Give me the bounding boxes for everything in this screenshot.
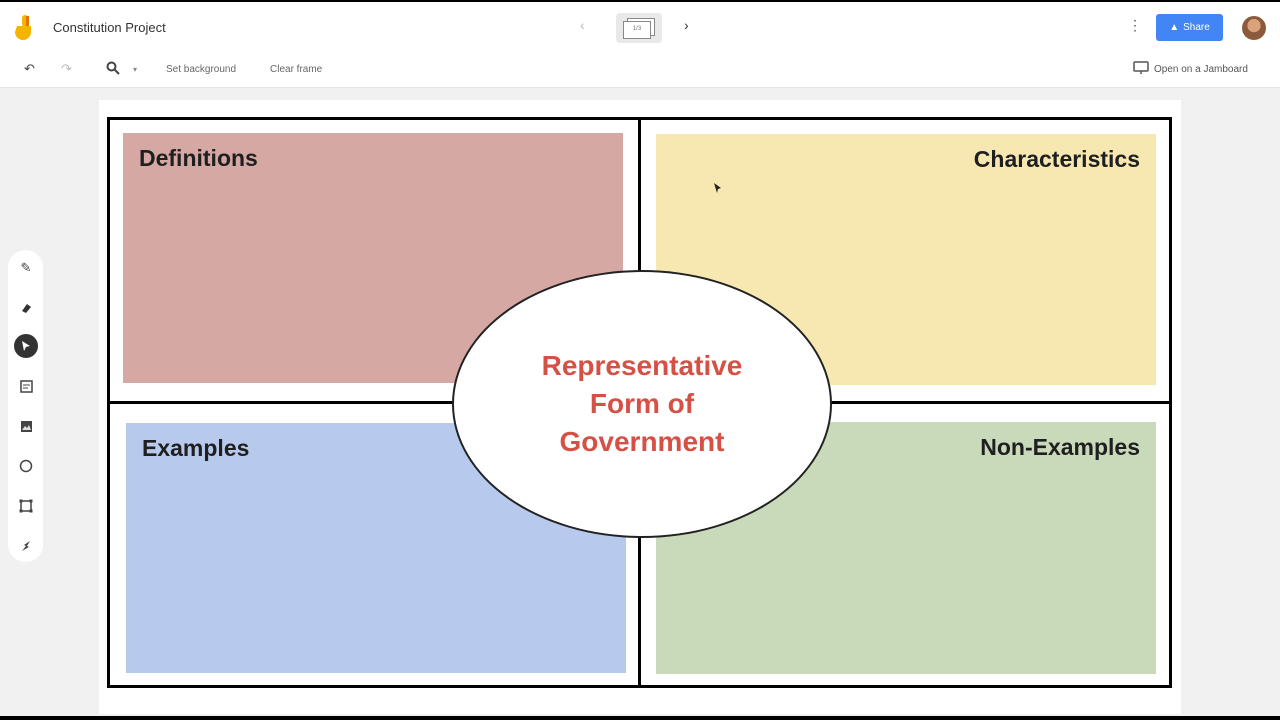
jamboard-device-icon	[1133, 61, 1149, 78]
mouse-pointer-icon	[714, 180, 722, 193]
jam-frame-canvas[interactable]: Definitions Characteristics Examples Non…	[99, 100, 1181, 714]
jamboard-logo-icon[interactable]	[14, 14, 36, 42]
center-term-line1: Representative	[541, 350, 743, 381]
definitions-label: Definitions	[139, 145, 258, 171]
redo-icon[interactable]: ↷	[61, 61, 72, 77]
center-term-line2: Form of	[589, 388, 695, 419]
eraser-icon[interactable]	[14, 296, 38, 320]
share-icon: ▲	[1169, 22, 1180, 33]
undo-icon[interactable]: ↶	[24, 61, 35, 77]
sticky-note-icon[interactable]	[14, 374, 38, 398]
open-in-jamboard-label: Open on a Jamboard	[1154, 64, 1248, 75]
document-title[interactable]: Constitution Project	[53, 20, 166, 35]
top-bar: Constitution Project ‹ 1/3 › ⋮ ▲ Share	[0, 2, 1280, 54]
text-box-icon[interactable]	[14, 494, 38, 518]
center-term: Representative Form of Government	[542, 347, 743, 461]
toolbar: ↶ ↷ ▾ Set background Clear frame Open on…	[0, 54, 1280, 88]
jamboard-app: Constitution Project ‹ 1/3 › ⋮ ▲ Share ↶…	[0, 2, 1280, 716]
frame-bar-button[interactable]: 1/3	[616, 13, 662, 43]
laser-icon[interactable]	[14, 534, 38, 558]
frayer-model-board: Definitions Characteristics Examples Non…	[107, 117, 1172, 688]
circle-icon[interactable]	[14, 454, 38, 478]
avatar[interactable]	[1242, 16, 1266, 40]
zoom-icon[interactable]	[106, 61, 120, 78]
share-button[interactable]: ▲ Share	[1156, 14, 1223, 41]
share-label: Share	[1183, 22, 1210, 33]
open-in-jamboard-button[interactable]: Open on a Jamboard	[1133, 61, 1248, 78]
center-term-line3: Government	[559, 426, 725, 457]
set-background-button[interactable]: Set background	[166, 64, 236, 75]
image-icon[interactable]	[14, 414, 38, 438]
side-tool-panel: ✎	[8, 250, 43, 562]
next-frame-icon[interactable]: ›	[684, 17, 689, 33]
clear-frame-button[interactable]: Clear frame	[270, 64, 322, 75]
zoom-dropdown-icon[interactable]: ▾	[133, 65, 137, 74]
more-options-icon[interactable]: ⋮	[1128, 18, 1142, 32]
examples-label: Examples	[142, 435, 250, 461]
frame-thumb-label: 1/3	[623, 21, 651, 39]
select-icon[interactable]	[14, 334, 38, 358]
characteristics-label: Characteristics	[973, 146, 1140, 172]
previous-frame-icon[interactable]: ‹	[580, 17, 585, 33]
pen-icon[interactable]: ✎	[14, 256, 38, 280]
non-examples-label: Non-Examples	[980, 434, 1140, 460]
center-oval[interactable]: Representative Form of Government	[452, 270, 832, 538]
